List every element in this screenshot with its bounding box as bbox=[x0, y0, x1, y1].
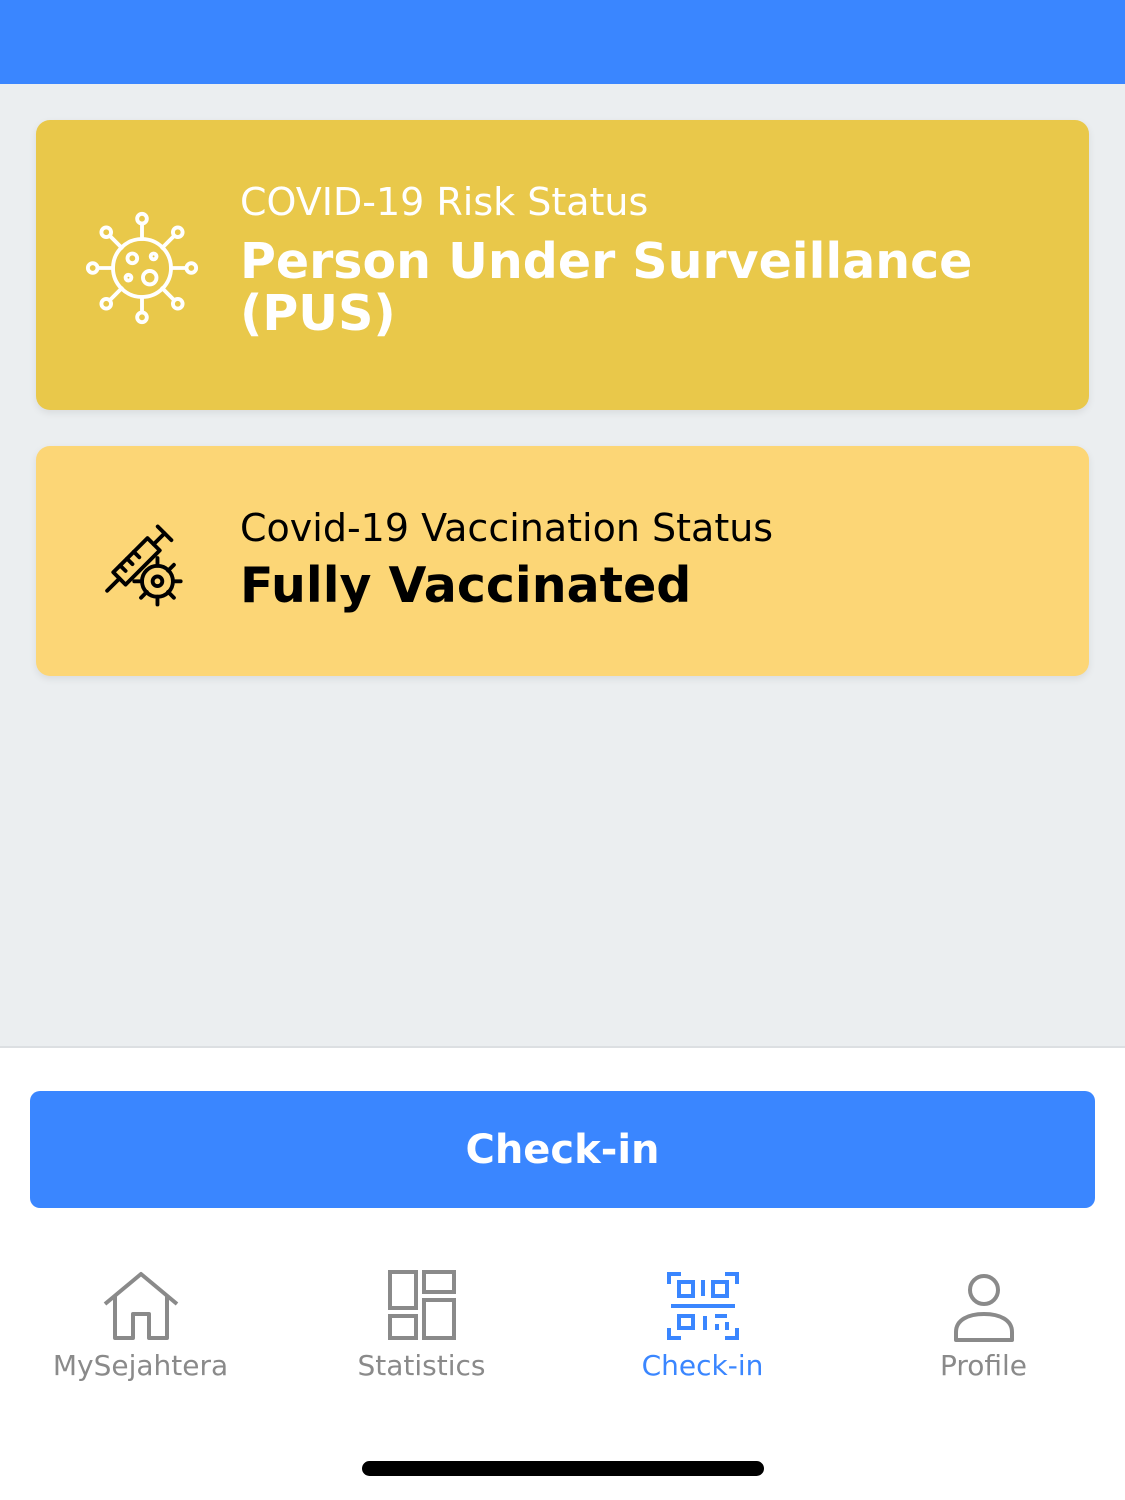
virus-icon bbox=[85, 211, 199, 325]
tab-mysejahtera[interactable]: MySejahtera bbox=[0, 1260, 281, 1400]
divider bbox=[0, 1046, 1125, 1048]
top-header-bar bbox=[0, 0, 1125, 84]
risk-status-label: COVID-19 Risk Status bbox=[240, 180, 649, 224]
vaccine-syringe-icon bbox=[105, 524, 183, 607]
tab-check-in[interactable]: Check-in bbox=[562, 1260, 843, 1400]
house-icon bbox=[103, 1272, 178, 1340]
bottom-tab-bar: MySejahtera Statistics Check-in Profile bbox=[0, 1260, 1125, 1400]
tab-label-mysejahtera: MySejahtera bbox=[52, 1349, 229, 1382]
home-indicator bbox=[362, 1461, 764, 1476]
vaccination-status-label: Covid-19 Vaccination Status bbox=[240, 506, 774, 550]
tab-statistics[interactable]: Statistics bbox=[281, 1260, 562, 1400]
person-icon bbox=[953, 1274, 1014, 1342]
check-in-button[interactable]: Check-in bbox=[30, 1091, 1095, 1208]
vaccination-status-card[interactable]: Covid-19 Vaccination Status Fully Vaccin… bbox=[36, 446, 1089, 676]
risk-status-card[interactable]: COVID-19 Risk Status Person Under Survei… bbox=[36, 120, 1089, 410]
risk-status-value: Person Under Surveillance (PUS) bbox=[240, 233, 973, 342]
tab-label-profile: Profile bbox=[939, 1349, 1028, 1382]
tab-profile[interactable]: Profile bbox=[843, 1260, 1124, 1400]
main-content: COVID-19 Risk Status Person Under Survei… bbox=[0, 84, 1125, 1046]
tab-label-check-in: Check-in bbox=[641, 1349, 764, 1382]
tab-label-statistics: Statistics bbox=[357, 1349, 486, 1382]
vaccination-status-value: Fully Vaccinated bbox=[240, 557, 692, 614]
qr-code-scan-icon bbox=[666, 1272, 739, 1340]
dashboard-grid-icon bbox=[387, 1270, 456, 1340]
